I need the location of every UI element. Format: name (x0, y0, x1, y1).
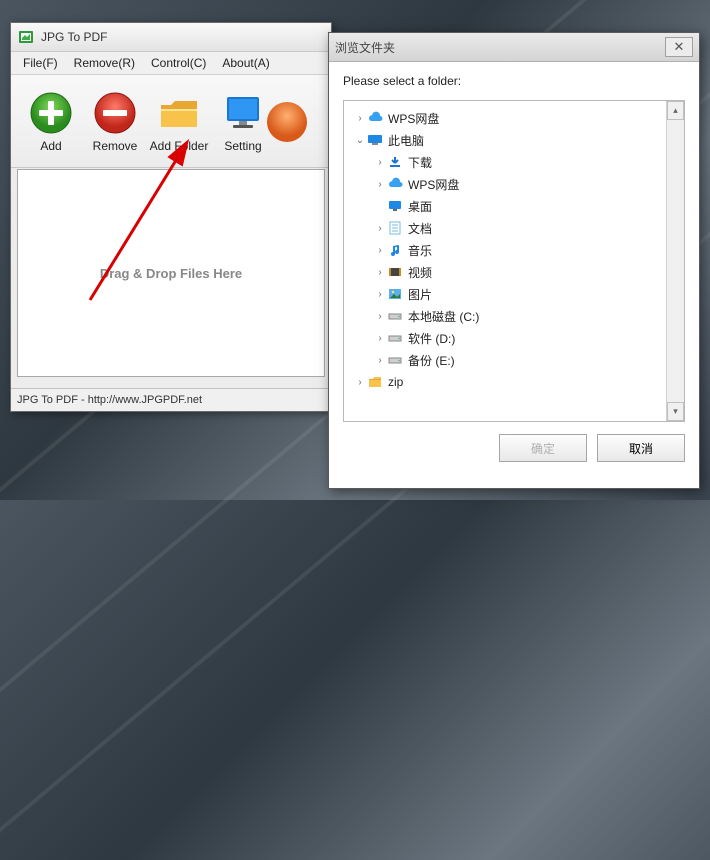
tree-row[interactable]: 桌面 (348, 195, 666, 217)
menu-control[interactable]: Control(C) (143, 54, 214, 72)
ok-button[interactable]: 确定 (499, 434, 587, 462)
chevron-right-icon[interactable]: › (374, 311, 386, 322)
tree-row[interactable]: › WPS网盘 (348, 107, 666, 129)
tree-label: 桌面 (408, 198, 432, 215)
drive-icon (386, 352, 404, 368)
chevron-right-icon[interactable]: › (354, 113, 366, 124)
add-icon (29, 91, 73, 135)
menu-file[interactable]: File(F) (15, 54, 66, 72)
next-icon (265, 100, 309, 144)
folder-icon (366, 374, 384, 390)
scroll-down-icon[interactable]: ▾ (667, 402, 684, 421)
next-button-partial[interactable] (275, 100, 299, 144)
tree-row[interactable]: › zip (348, 371, 666, 393)
annotation-arrow (70, 130, 210, 310)
folder-dialog: 浏览文件夹 ✕ Please select a folder: › WPS网盘 ⌄ 此… (328, 32, 700, 489)
pc-icon (366, 132, 384, 148)
chevron-right-icon[interactable]: › (374, 179, 386, 190)
setting-label: Setting (224, 139, 261, 153)
app-title: JPG To PDF (41, 30, 107, 44)
cloud-icon (366, 110, 384, 126)
chevron-right-icon[interactable]: › (374, 355, 386, 366)
desktop-icon (386, 198, 404, 214)
dialog-title: 浏览文件夹 (335, 39, 395, 56)
remove-icon (93, 91, 137, 135)
tree-row[interactable]: › WPS网盘 (348, 173, 666, 195)
tree-label: 下载 (408, 154, 432, 171)
tree-label: 图片 (408, 286, 432, 303)
doc-icon (386, 220, 404, 236)
setting-icon (221, 91, 265, 135)
tree-row[interactable]: › 软件 (D:) (348, 327, 666, 349)
tree-row[interactable]: › 备份 (E:) (348, 349, 666, 371)
tree-label: 音乐 (408, 242, 432, 259)
tree-label: 文档 (408, 220, 432, 237)
tree-label: 此电脑 (388, 132, 424, 149)
close-button[interactable]: ✕ (665, 37, 693, 57)
tree-label: 软件 (D:) (408, 330, 455, 347)
menu-remove[interactable]: Remove(R) (66, 54, 143, 72)
folder-tree-frame: ›WPS网盘⌄此电脑›下载›WPS网盘桌面›文档›音乐›视频›图片›本地磁盘 (… (343, 100, 685, 422)
tree-label: zip (388, 375, 403, 389)
scrollbar[interactable]: ▴ ▾ (666, 101, 684, 421)
add-label: Add (40, 139, 61, 153)
chevron-right-icon[interactable]: › (374, 223, 386, 234)
chevron-down-icon[interactable]: ⌄ (354, 135, 366, 146)
tree-row[interactable]: › 本地磁盘 (C:) (348, 305, 666, 327)
tree-row[interactable]: › 图片 (348, 283, 666, 305)
chevron-right-icon[interactable]: › (374, 245, 386, 256)
cancel-button[interactable]: 取消 (597, 434, 685, 462)
video-icon (386, 264, 404, 280)
dialog-titlebar: 浏览文件夹 ✕ (329, 33, 699, 62)
drive-icon (386, 308, 404, 324)
dialog-prompt: Please select a folder: (329, 62, 699, 92)
close-icon: ✕ (674, 39, 685, 55)
chevron-right-icon[interactable]: › (374, 333, 386, 344)
menu-about[interactable]: About(A) (214, 54, 277, 72)
dialog-buttons: 确定 取消 (329, 422, 699, 462)
cloud-icon (386, 176, 404, 192)
music-icon (386, 242, 404, 258)
titlebar: JPG To PDF (11, 23, 331, 52)
tree-label: 备份 (E:) (408, 352, 455, 369)
tree-label: WPS网盘 (388, 110, 439, 127)
tree-row[interactable]: › 下载 (348, 151, 666, 173)
folder-icon (157, 91, 201, 135)
tree-label: 本地磁盘 (C:) (408, 308, 479, 325)
chevron-right-icon[interactable]: › (374, 289, 386, 300)
tree-row[interactable]: › 文档 (348, 217, 666, 239)
scroll-up-icon[interactable]: ▴ (667, 101, 684, 120)
tree-label: WPS网盘 (408, 176, 459, 193)
chevron-right-icon[interactable]: › (374, 157, 386, 168)
download-icon (386, 154, 404, 170)
tree-label: 视频 (408, 264, 432, 281)
status-text: JPG To PDF - http://www.JPGPDF.net (17, 394, 202, 406)
menubar: File(F) Remove(R) Control(C) About(A) (11, 52, 331, 75)
tree-row[interactable]: ⌄ 此电脑 (348, 129, 666, 151)
app-icon (17, 28, 35, 46)
tree-row[interactable]: › 视频 (348, 261, 666, 283)
pic-icon (386, 286, 404, 302)
drive-icon (386, 330, 404, 346)
chevron-right-icon[interactable]: › (354, 377, 366, 388)
statusbar: JPG To PDF - http://www.JPGPDF.net (11, 388, 331, 411)
tree-row[interactable]: › 音乐 (348, 239, 666, 261)
chevron-right-icon[interactable]: › (374, 267, 386, 278)
folder-tree[interactable]: ›WPS网盘⌄此电脑›下载›WPS网盘桌面›文档›音乐›视频›图片›本地磁盘 (… (344, 101, 666, 421)
